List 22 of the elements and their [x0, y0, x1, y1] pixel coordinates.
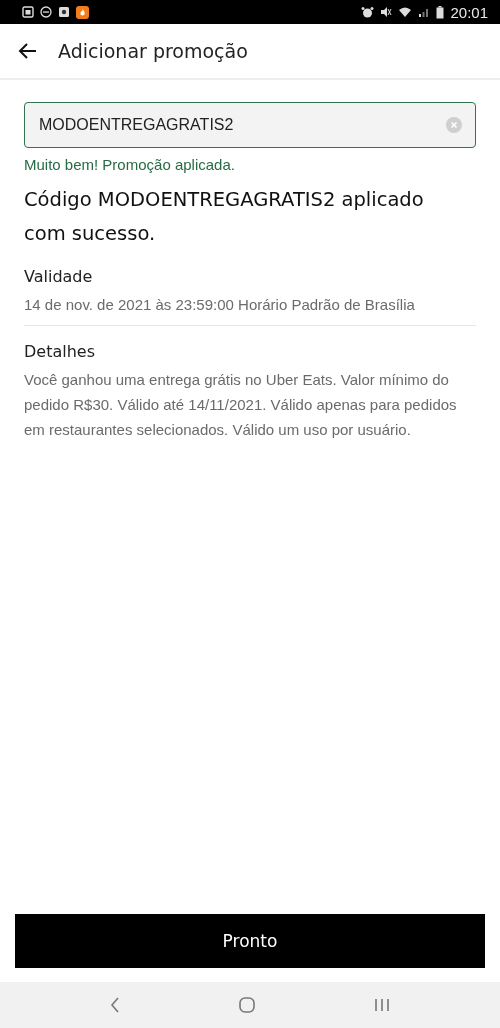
section-text: 14 de nov. de 2021 às 23:59:00 Horário Padrão de Brasília	[24, 295, 416, 315]
clock-time: 20:01	[450, 3, 488, 21]
wifi-icon	[398, 6, 413, 18]
success-message: Muito bem! Promoção aplicada.	[24, 156, 236, 173]
home-icon[interactable]	[239, 997, 255, 1013]
do-not-disturb-icon	[40, 6, 52, 18]
signal-icon	[418, 6, 431, 18]
done-button[interactable]: Pronto	[15, 914, 485, 968]
recent-apps-icon[interactable]	[374, 997, 391, 1013]
section-text: Você ganhou uma entrega grátis no Uber Eats. Valor mínimo do pedido R$30. Válido até 14/11/2021. Válido apenas para pedidos em restaurantes selecionados. Válido um uso por usuário.	[24, 370, 458, 440]
section-title: Validade	[24, 267, 94, 286]
section-title: Detalhes	[24, 342, 96, 361]
alarm-icon	[361, 5, 375, 19]
success-headline: Código MODOENTREGAGRATIS2 aplicado com sucesso.	[24, 187, 425, 247]
battery-icon	[436, 5, 445, 19]
mute-icon	[380, 6, 393, 18]
flame-icon	[76, 5, 89, 19]
back-icon[interactable]	[109, 997, 120, 1013]
screen-title: Adicionar promoção	[58, 40, 248, 62]
promo-code-field[interactable]: MODOENTREGAGRATIS2	[24, 102, 476, 148]
app-icon	[58, 6, 70, 18]
arrow-left-icon[interactable]	[18, 42, 38, 60]
